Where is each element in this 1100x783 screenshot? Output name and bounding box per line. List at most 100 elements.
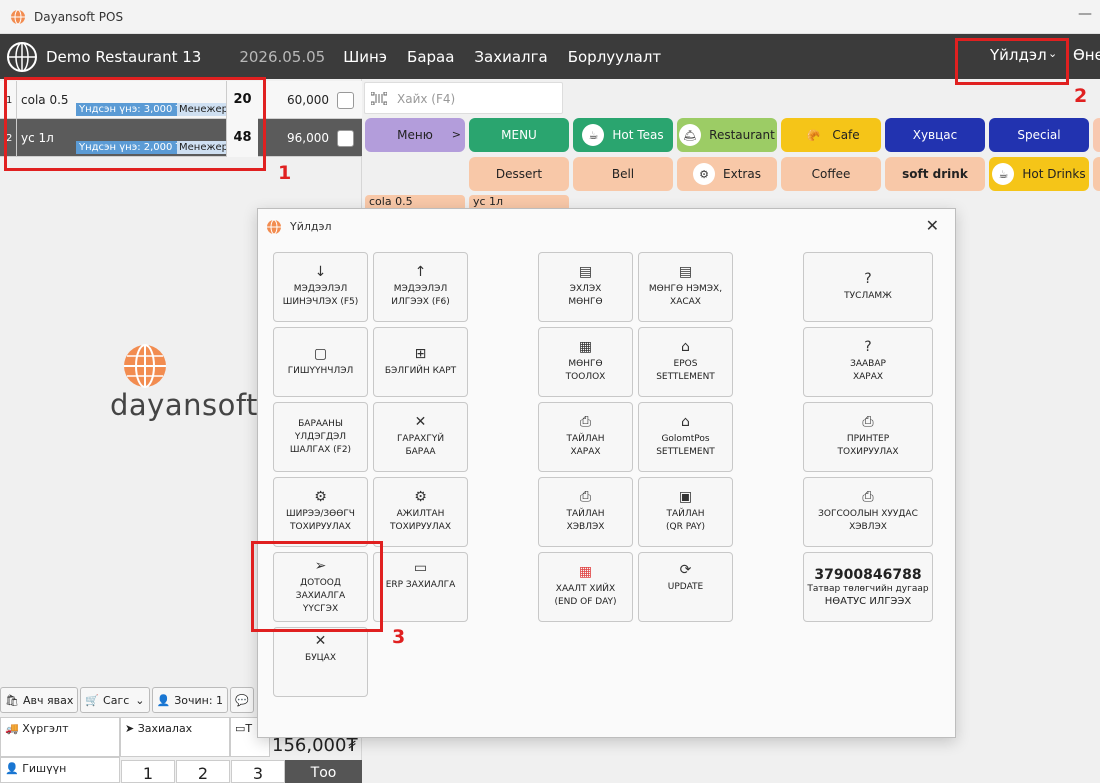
category-coffee[interactable]: Coffee [781, 157, 881, 191]
close-icon: ✕ [314, 633, 327, 649]
app-logo-icon [11, 9, 25, 24]
guide-button[interactable]: ? ЗААВАР ХАРАХ [803, 327, 933, 397]
info-send-button[interactable]: ↑ МЭДЭЭЛЭЛ ИЛГЭЭХ (F6) [373, 252, 468, 322]
end-of-day-button[interactable]: ▦ ХААЛТ ХИЙХ (END OF DAY) [538, 552, 633, 622]
out-of-stock-button[interactable]: ✕ ГАРАХГҮЙ БАРАА [373, 402, 468, 472]
bank-icon: ⌂ [681, 339, 690, 355]
category-hot-teas[interactable]: ☕ Hot Teas [573, 118, 673, 152]
minimize-icon[interactable]: — [1078, 6, 1092, 22]
table-settings-button[interactable]: ⚙ ШИРЭЭ/ЗӨӨГЧ ТОХИРУУЛАХ [273, 477, 368, 547]
document-icon: ▭ [413, 560, 428, 576]
gear-icon: ⚙ [314, 489, 327, 505]
epos-settlement-button[interactable]: ⌂ EPOS SETTLEMENT [638, 327, 733, 397]
top-nav: Demo Restaurant 13 2026.05.05 Шинэ Бараа… [0, 34, 1100, 79]
report-qr-button[interactable]: ▣ ТАЙЛАН (QR PAY) [638, 477, 733, 547]
staff-settings-button[interactable]: ⚙ АЖИЛТАН ТОХИРУУЛАХ [373, 477, 468, 547]
guest-count-tab[interactable]: 👤 Зочин: 1 [151, 687, 229, 713]
numpad-key[interactable]: 2 [176, 760, 230, 783]
cash-add-button[interactable]: ▤ МӨНГӨ НЭМЭХ, ХАСАХ [638, 252, 733, 322]
annotation-box-2 [955, 38, 1069, 85]
category-hot-drinks[interactable]: ☕ Hot Drinks [989, 157, 1089, 191]
cart-icon: 🛒 [85, 693, 100, 707]
cash-register-icon: ▤ [578, 264, 593, 280]
send-icon: ➤ [125, 722, 135, 735]
close-icon[interactable]: ✕ [926, 216, 939, 235]
annotation-box-3 [251, 541, 383, 632]
category-clothing[interactable]: Хувцас [885, 118, 985, 152]
category-cut[interactable] [1093, 118, 1100, 152]
order-total: 156,000₮ [272, 735, 358, 756]
category-MENU[interactable]: MENU [469, 118, 569, 152]
restaurant-name: Demo Restaurant 13 [46, 47, 202, 66]
brand-wordmark: dayansoft [110, 388, 258, 422]
printer-icon: ⎙ [862, 489, 874, 505]
erp-order-button[interactable]: ▭ ERP ЗАХИАЛГА [373, 552, 468, 622]
table-icon: ▭ [235, 722, 246, 735]
search-placeholder: Хайх (F4) [397, 92, 456, 106]
back-button[interactable]: ✕ БУЦАХ [273, 627, 368, 697]
app-logo-icon [267, 219, 281, 235]
golomt-settlement-button[interactable]: ⌂ GolomtPos SETTLEMENT [638, 402, 733, 472]
taxpayer-label: Татвар төлөгчийн дугаар [807, 584, 929, 594]
upload-icon: ↑ [414, 264, 427, 280]
comment-icon: 💬 [235, 693, 249, 707]
delivery-cell[interactable]: 🚚 Хүргэлт [0, 717, 120, 757]
stock-check-button[interactable]: БАРААНЫ ҮЛДЭГДЭЛ ШАЛГАХ (F2) [273, 402, 368, 472]
cash-count-button[interactable]: ▦ МӨНГӨ ТООЛОХ [538, 327, 633, 397]
help-icon: ? [864, 270, 872, 287]
delivery-icon: 🚚 [5, 722, 19, 735]
cart-tab[interactable]: 🛒 Сагс ⌄ [80, 687, 150, 713]
quantity-key[interactable]: Тоо [285, 760, 362, 783]
category-special[interactable]: Special [989, 118, 1089, 152]
category-menu[interactable]: Меню > [365, 118, 465, 152]
order-send-cell[interactable]: ➤ Захиалах [120, 717, 230, 757]
category-restaurant[interactable]: 🛎 Restaurant [677, 118, 777, 152]
order-row-price: 60,000 [287, 93, 329, 107]
category-bell[interactable]: Bell [573, 157, 673, 191]
gift-card-button[interactable]: ⊞ БЭЛГИЙН КАРТ [373, 327, 468, 397]
comment-tab[interactable]: 💬 [230, 687, 254, 713]
category-cafe[interactable]: 🥐 Cafe [781, 118, 881, 152]
nav-cut-item[interactable]: Өне [1073, 46, 1100, 64]
printer-icon: ⎙ [862, 414, 874, 430]
order-row-checkbox[interactable] [337, 130, 354, 147]
order-row-checkbox[interactable] [337, 92, 354, 109]
gift-icon: ⊞ [414, 345, 427, 362]
vat-send-button[interactable]: 37900846788 Татвар төлөгчийн дугаар НӨАТУС… [803, 552, 933, 622]
category-cut[interactable] [1093, 157, 1100, 191]
nav-products[interactable]: Бараа [407, 48, 454, 66]
printer-settings-button[interactable]: ⎙ ПРИНТЕР ТОХИРУУЛАХ [803, 402, 933, 472]
product-search[interactable]: Хайх (F4) [364, 82, 563, 114]
recent-item[interactable]: ус 1л [469, 195, 569, 209]
help-icon: ? [864, 339, 872, 355]
report-view-button[interactable]: ⎙ ТАЙЛАН ХАРАХ [538, 402, 633, 472]
member-cell[interactable]: 👤 Гишүүн [0, 757, 120, 783]
start-cash-button[interactable]: ▤ ЭХЛЭХ МӨНГӨ [538, 252, 633, 322]
report-print-button[interactable]: ⎙ ТАЙЛАН ХЭВЛЭХ [538, 477, 633, 547]
recent-item[interactable]: cola 0.5 [365, 195, 465, 209]
nav-sales[interactable]: Борлуулалт [568, 48, 661, 66]
category-extras[interactable]: ⚙ Extras [677, 157, 777, 191]
membership-button[interactable]: ▢ ГИШҮҮНЧЛЭЛ [273, 327, 368, 397]
category-dessert[interactable]: Dessert [469, 157, 569, 191]
cash-register-icon: ▤ [678, 264, 693, 280]
cup-icon: ☕ [582, 124, 605, 146]
category-soft-drink[interactable]: soft drink [885, 157, 985, 191]
bag-icon: 🛍 [5, 693, 19, 707]
order-row-price: 96,000 [287, 131, 329, 145]
taxpayer-number: 37900846788 [814, 567, 922, 583]
takeaway-tab[interactable]: 🛍 Авч явах [0, 687, 79, 713]
bank-icon: ⌂ [681, 414, 690, 430]
stop-print-button[interactable]: ⎙ ЗОГСООЛЫН ХУУДАС ХЭВЛЭХ [803, 477, 933, 547]
member-card-icon: ▢ [313, 345, 328, 362]
info-refresh-button[interactable]: ↓ МЭДЭЭЛЭЛ ШИНЭЧЛЭХ (F5) [273, 252, 368, 322]
numpad-key[interactable]: 1 [121, 760, 175, 783]
cloche-icon: 🛎 [679, 124, 702, 146]
brand-globe-icon [124, 344, 166, 388]
help-button[interactable]: ? ТУСЛАМЖ [803, 252, 933, 322]
update-button[interactable]: ⟳ UPDATE [638, 552, 733, 622]
nav-new[interactable]: Шинэ [343, 48, 387, 66]
pastry-icon: 🥐 [802, 124, 825, 146]
numpad-key[interactable]: 3 [231, 760, 285, 783]
nav-orders[interactable]: Захиалга [474, 48, 547, 66]
